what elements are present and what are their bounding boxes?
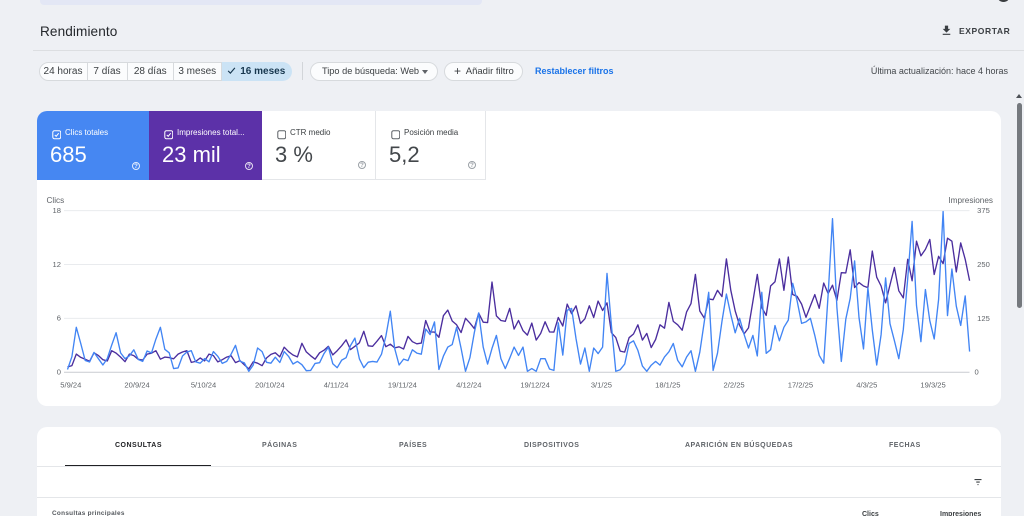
svg-text:3/1/25: 3/1/25 [591, 381, 612, 390]
svg-text:19/12/24: 19/12/24 [520, 381, 550, 390]
svg-text:375: 375 [977, 206, 990, 215]
svg-text:5/10/24: 5/10/24 [191, 381, 216, 390]
svg-text:18/1/25: 18/1/25 [655, 381, 680, 390]
svg-text:0: 0 [57, 368, 61, 377]
svg-text:4/3/25: 4/3/25 [856, 381, 877, 390]
svg-text:6: 6 [57, 314, 61, 323]
svg-text:125: 125 [977, 314, 990, 323]
svg-text:Impresiones: Impresiones [948, 196, 993, 205]
svg-text:2/2/25: 2/2/25 [724, 381, 745, 390]
svg-text:250: 250 [977, 260, 990, 269]
svg-text:Clics: Clics [47, 196, 65, 205]
svg-text:20/9/24: 20/9/24 [124, 381, 149, 390]
svg-text:5/9/24: 5/9/24 [60, 381, 81, 390]
svg-text:20/10/24: 20/10/24 [255, 381, 285, 390]
svg-text:4/11/24: 4/11/24 [324, 381, 349, 390]
svg-text:4/12/24: 4/12/24 [456, 381, 481, 390]
svg-text:18: 18 [53, 206, 61, 215]
svg-text:17/2/25: 17/2/25 [788, 381, 813, 390]
svg-text:19/11/24: 19/11/24 [388, 381, 417, 390]
svg-text:19/3/25: 19/3/25 [920, 381, 945, 390]
svg-text:12: 12 [53, 260, 61, 269]
svg-text:0: 0 [975, 368, 979, 377]
